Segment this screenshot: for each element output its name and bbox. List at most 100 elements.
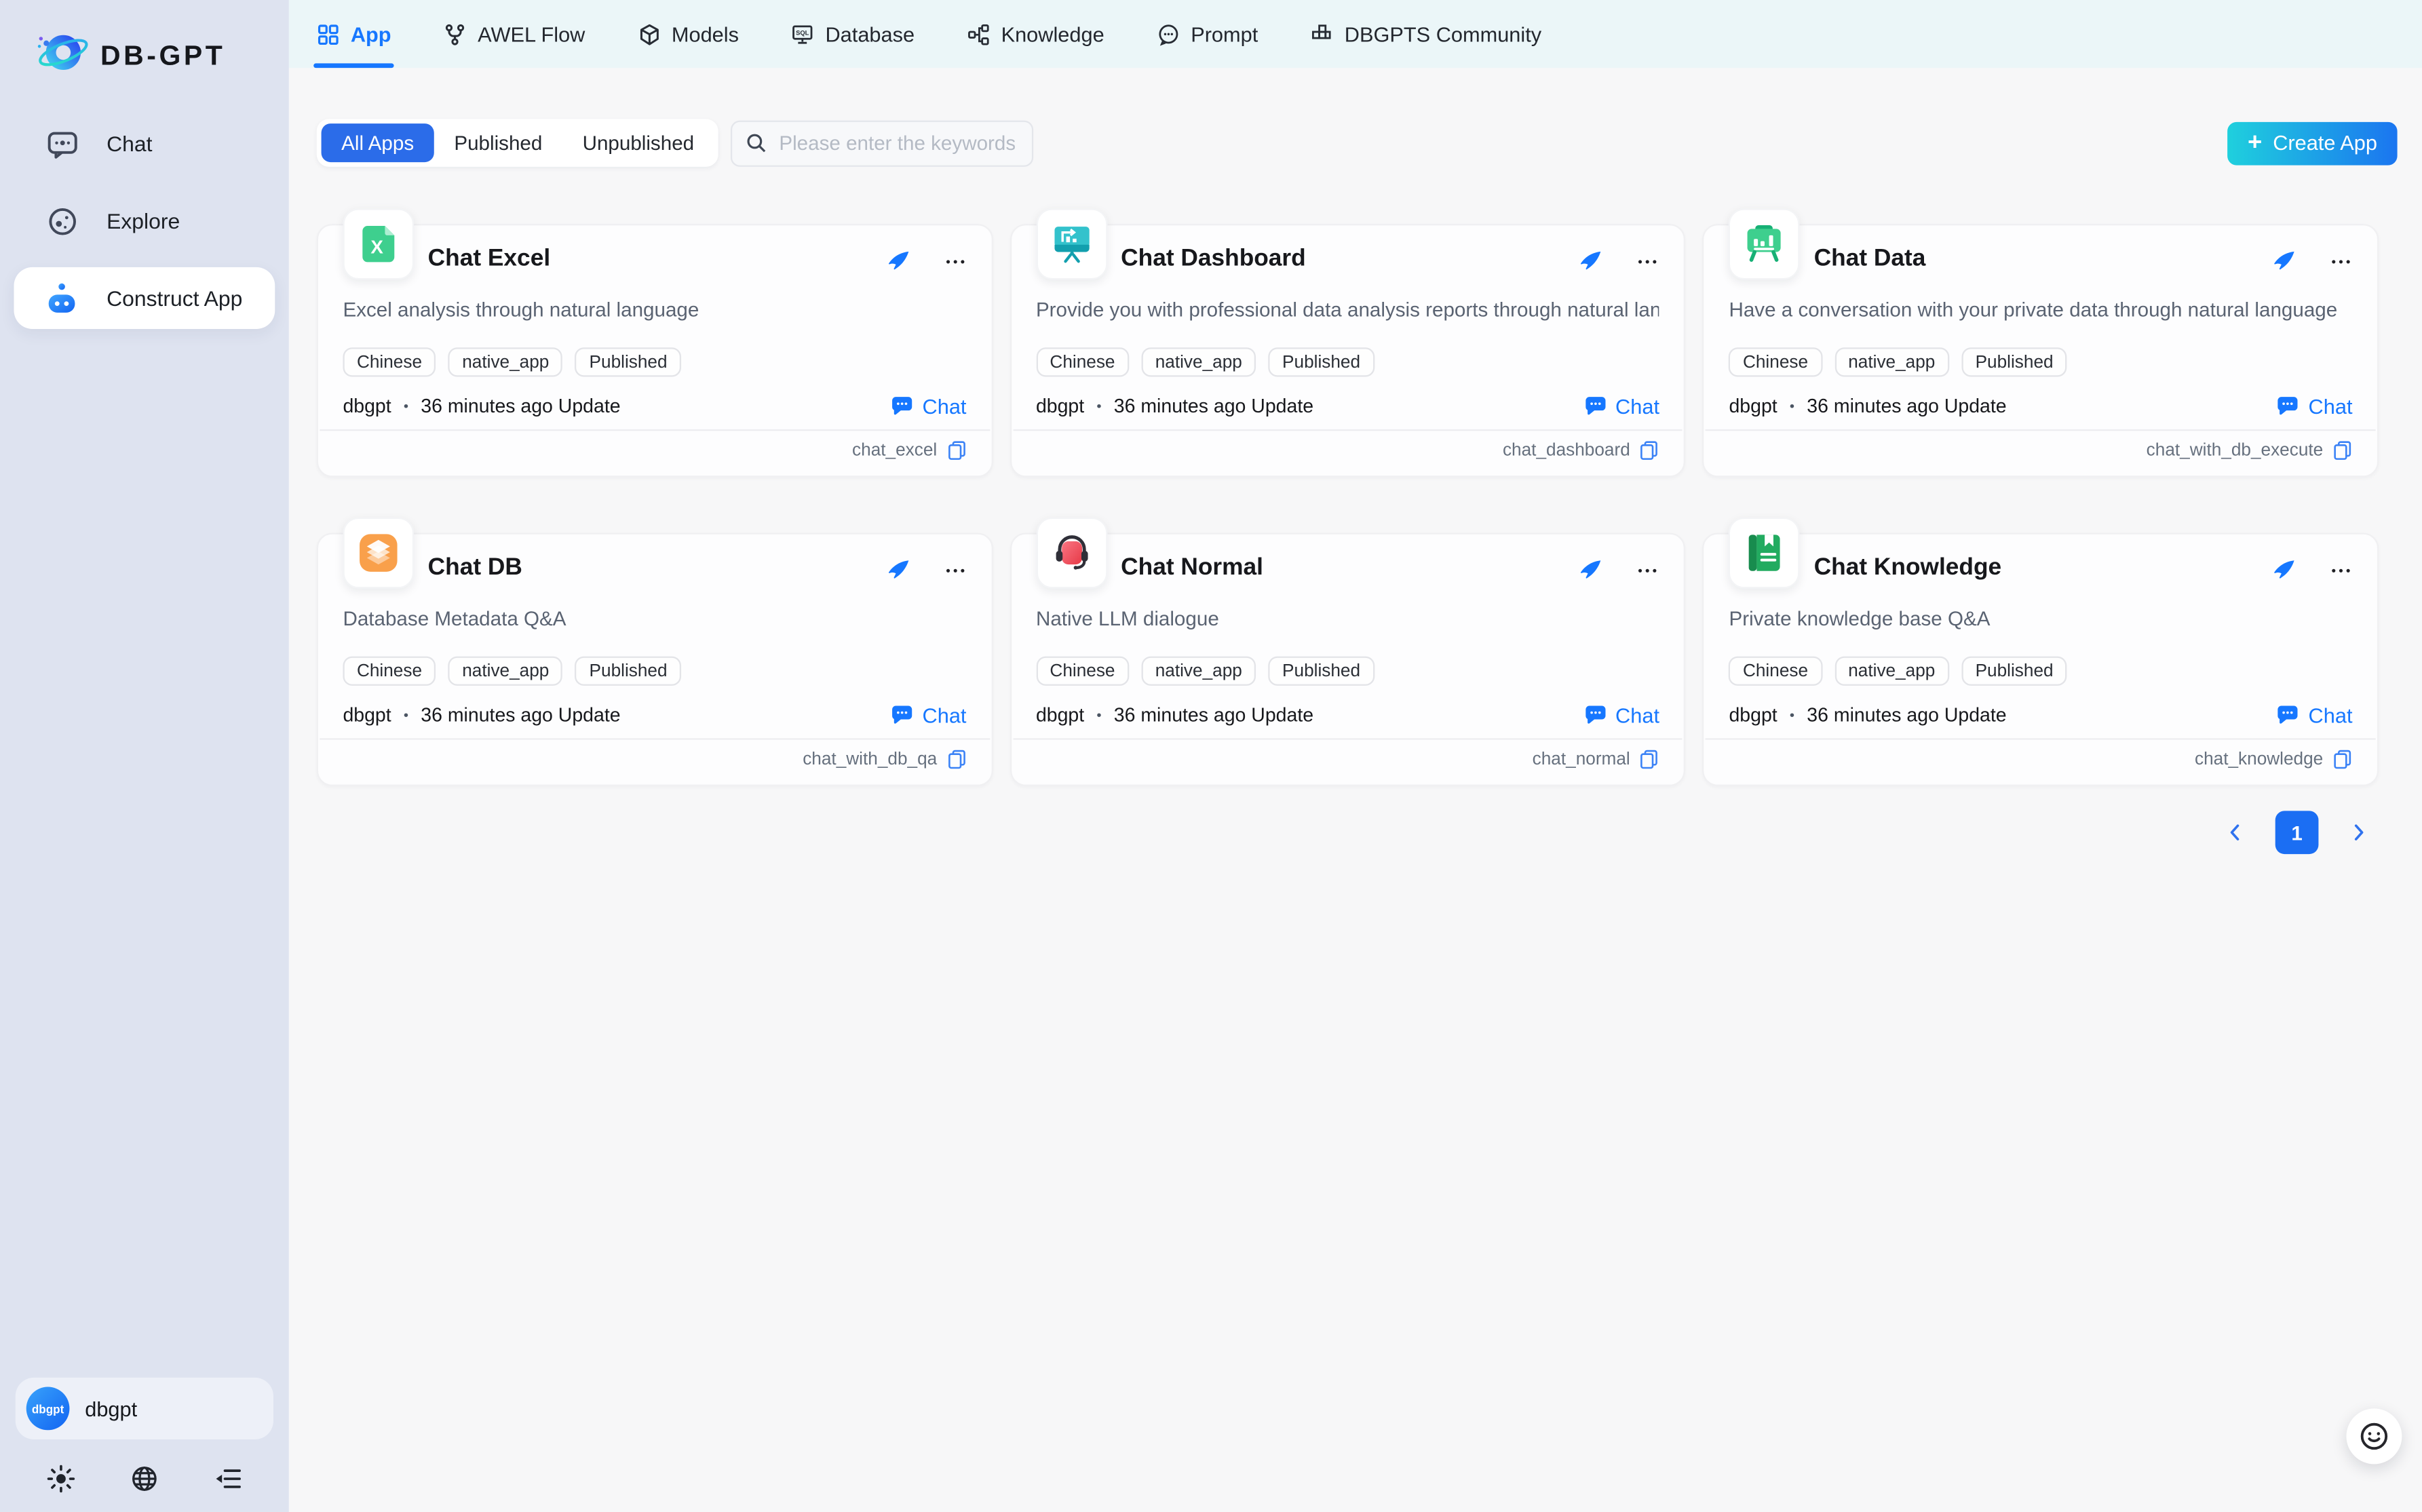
planet-ring-logo-icon (34, 28, 90, 85)
chat-link[interactable]: Chat (1583, 703, 1659, 727)
tab-dbgpts-community[interactable]: DBGPTS Community (1311, 0, 1541, 68)
tab-label: App (351, 22, 391, 45)
separator-dot: • (404, 707, 408, 723)
app-card[interactable]: Chat Data Have a conversation with your … (1703, 224, 2379, 477)
app-description: Native LLM dialogue (1036, 607, 1659, 630)
tab-label: AWEL Flow (478, 22, 585, 45)
filter-published[interactable]: Published (434, 123, 562, 162)
app-description: Excel analysis through natural language (343, 298, 966, 321)
more-options-button[interactable] (943, 250, 966, 273)
app-title: Chat Dashboard (1121, 246, 1306, 273)
sun-theme-icon[interactable] (46, 1464, 75, 1493)
normal-app-icon (1036, 518, 1107, 589)
share-dingtalk-icon[interactable] (886, 559, 909, 582)
knowledge-app-icon (1729, 518, 1800, 589)
tab-prompt[interactable]: Prompt (1157, 0, 1258, 68)
prev-page-button[interactable] (2215, 813, 2255, 853)
page-1-button[interactable]: 1 (2275, 811, 2319, 854)
app-title: Chat Normal (1121, 554, 1263, 582)
app-description: Provide you with professional data analy… (1036, 298, 1659, 321)
scene-name: chat_excel (852, 441, 937, 459)
sidebar-spacer (0, 329, 289, 1378)
copy-icon[interactable] (1639, 749, 1659, 769)
app-card[interactable]: Chat Dashboard Provide you with professi… (1010, 224, 1685, 477)
chat-link[interactable]: Chat (2276, 394, 2353, 419)
more-options-button[interactable] (2329, 250, 2352, 273)
planet-icon (45, 204, 79, 238)
dashboard-app-icon (1036, 208, 1107, 279)
tag-pill: Published (1269, 347, 1375, 376)
chat-link[interactable]: Chat (1583, 394, 1659, 419)
share-dingtalk-icon[interactable] (1579, 559, 1602, 582)
tag-pill: Published (1961, 657, 2067, 686)
scene-name: chat_with_db_execute (2147, 441, 2324, 459)
search-input[interactable] (776, 130, 1018, 156)
feedback-button[interactable] (2346, 1408, 2402, 1464)
app-description: Have a conversation with your private da… (1729, 298, 2352, 321)
share-dingtalk-icon[interactable] (2272, 250, 2295, 273)
app-updated: 36 minutes ago Update (1807, 704, 2006, 726)
filter-unpublished[interactable]: Unpublished (562, 123, 714, 162)
tag-pill: Chinese (1036, 657, 1129, 686)
tag-pill: Chinese (343, 347, 436, 376)
sidebar-item-construct-app[interactable]: Construct App (14, 267, 275, 329)
svg-text:X: X (370, 237, 383, 258)
copy-icon[interactable] (2332, 749, 2353, 769)
sitemap-icon (967, 22, 990, 45)
plus-icon: + (2248, 130, 2262, 155)
tab-database[interactable]: SQL Database (791, 0, 915, 68)
app-card[interactable]: Chat Normal Native LLM dialogue Chinese n… (1010, 532, 1685, 786)
app-card[interactable]: Chat Knowledge Private knowledge base Q&… (1703, 532, 2379, 786)
sql-monitor-icon: SQL (791, 22, 814, 45)
divider (1013, 429, 1683, 431)
card-actions (1579, 559, 1659, 582)
more-options-button[interactable] (943, 559, 966, 582)
share-dingtalk-icon[interactable] (1579, 250, 1602, 273)
tab-models[interactable]: Models (638, 0, 739, 68)
create-app-button[interactable]: + Create App (2227, 121, 2397, 165)
sidebar-item-explore[interactable]: Explore (14, 190, 275, 252)
chat-link[interactable]: Chat (2276, 703, 2353, 727)
more-options-button[interactable] (1636, 559, 1659, 582)
chat-link[interactable]: Chat (890, 703, 967, 727)
app-description: Private knowledge base Q&A (1729, 607, 2352, 630)
tab-awel-flow[interactable]: AWEL Flow (444, 0, 585, 68)
share-dingtalk-icon[interactable] (2272, 559, 2295, 582)
chat-bubble-blue-icon (1583, 703, 1607, 727)
copy-icon[interactable] (946, 749, 967, 769)
tag-pill: native_app (1141, 657, 1256, 686)
collapse-sidebar-icon[interactable] (213, 1464, 242, 1493)
copy-icon[interactable] (2332, 440, 2353, 461)
tag-pill: native_app (448, 347, 563, 376)
app-card[interactable]: X Chat Excel Excel analysis through natu… (317, 224, 993, 477)
tab-app[interactable]: App (317, 0, 391, 68)
app-card-grid: X Chat Excel Excel analysis through natu… (317, 224, 2379, 786)
chat-link-label: Chat (1615, 395, 1659, 418)
app-title: Chat Knowledge (1814, 554, 2001, 582)
share-dingtalk-icon[interactable] (886, 250, 909, 273)
tag-pill: Chinese (1729, 347, 1822, 376)
search-box (731, 119, 1034, 166)
app-owner: dbgpt (1036, 395, 1084, 417)
app-title: Chat Excel (428, 246, 550, 273)
card-actions (886, 250, 966, 273)
chat-link[interactable]: Chat (890, 394, 967, 419)
next-page-button[interactable] (2339, 813, 2379, 853)
card-footer: chat_knowledge (2195, 749, 2353, 769)
more-options-button[interactable] (2329, 559, 2352, 582)
filter-all-apps[interactable]: All Apps (322, 123, 434, 162)
copy-icon[interactable] (1639, 440, 1659, 461)
tab-knowledge[interactable]: Knowledge (967, 0, 1104, 68)
card-footer: chat_normal (1533, 749, 1659, 769)
apps-toolbar: All Apps Published Unpublished + Create … (317, 119, 2379, 167)
globe-language-icon[interactable] (130, 1464, 159, 1493)
copy-icon[interactable] (946, 440, 967, 461)
chat-bubble-blue-icon (2276, 394, 2301, 419)
app-title: Chat DB (428, 554, 522, 582)
tag-pill: Chinese (1729, 657, 1822, 686)
user-profile[interactable]: dbgpt dbgpt (16, 1378, 273, 1439)
sidebar-item-chat[interactable]: Chat (14, 113, 275, 174)
more-options-button[interactable] (1636, 250, 1659, 273)
app-card[interactable]: Chat DB Database Metadata Q&A Chinesenat… (317, 532, 993, 786)
card-meta: dbgpt • 36 minutes ago Update Chat (1729, 703, 2352, 727)
